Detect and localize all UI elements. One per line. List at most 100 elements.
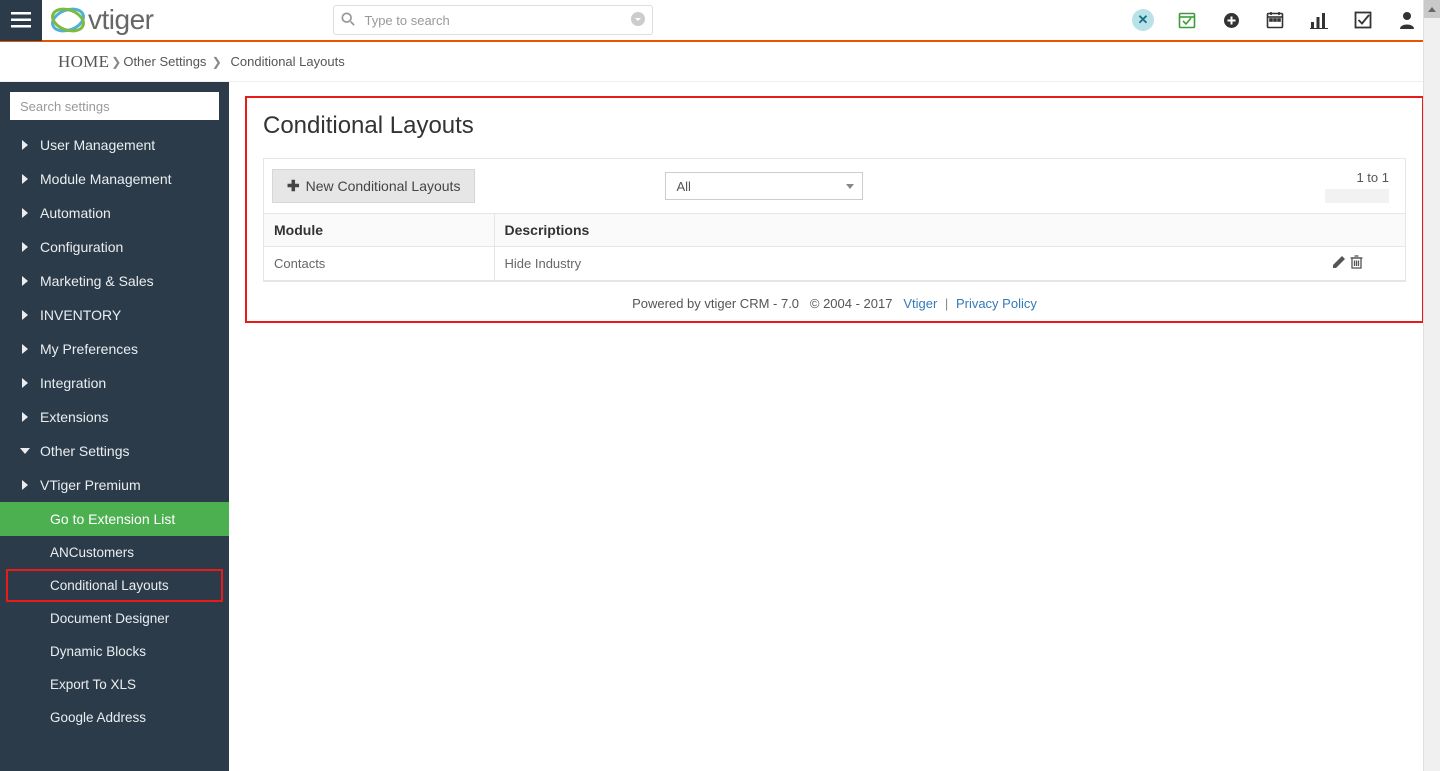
- sidebar-item-label: INVENTORY: [40, 307, 121, 323]
- col-actions-header: [1289, 214, 1405, 247]
- chevron-right-icon: [18, 174, 32, 184]
- col-descriptions-header: Descriptions: [494, 214, 1289, 247]
- checkbox-icon: [1354, 11, 1372, 29]
- tasks-button[interactable]: [1352, 9, 1374, 31]
- main-content: Conditional Layouts ✚ New Conditional La…: [229, 82, 1440, 771]
- cell-description: Hide Industry: [494, 247, 1289, 281]
- calendar-quick-button[interactable]: [1176, 9, 1198, 31]
- page-range: 1 to 1: [1356, 170, 1389, 185]
- breadcrumb-home[interactable]: HOME: [58, 52, 109, 72]
- trash-icon: [1350, 255, 1363, 269]
- chevron-right-icon: ❯: [208, 55, 228, 69]
- sidebar-item-label: Marketing & Sales: [40, 273, 154, 289]
- table-header-row: Module Descriptions: [264, 214, 1405, 247]
- footer-powered: Powered by vtiger CRM - 7.0: [632, 296, 799, 311]
- reports-button[interactable]: [1308, 9, 1330, 31]
- sub-item-export-to-xls[interactable]: Export To XLS: [0, 668, 229, 701]
- list-toolbar: ✚ New Conditional Layouts All 1 to 1: [264, 159, 1405, 214]
- sub-item-label: Conditional Layouts: [50, 578, 169, 593]
- scroll-up-icon[interactable]: [1424, 0, 1440, 18]
- edit-row-button[interactable]: [1332, 255, 1346, 272]
- sub-item-dynamic-blocks[interactable]: Dynamic Blocks: [0, 635, 229, 668]
- sidebar-item-label: Extensions: [40, 409, 108, 425]
- breadcrumb: HOME ❯ Other Settings ❯ Conditional Layo…: [0, 42, 1440, 82]
- col-module-header: Module: [264, 214, 494, 247]
- global-search-input[interactable]: [333, 5, 653, 35]
- footer-separator: |: [945, 296, 948, 311]
- footer-privacy-link[interactable]: Privacy Policy: [956, 296, 1037, 311]
- plus-circle-icon: [1223, 12, 1240, 29]
- menu-icon: [11, 12, 31, 28]
- sub-item-label: Export To XLS: [50, 677, 136, 692]
- breadcrumb-item[interactable]: Other Settings: [123, 54, 206, 69]
- chevron-right-icon: [18, 208, 32, 218]
- chevron-right-icon: [18, 310, 32, 320]
- sidebar-item-module-management[interactable]: Module Management: [0, 162, 229, 196]
- sidebar-item-label: Automation: [40, 205, 111, 221]
- bar-chart-icon: [1310, 12, 1328, 29]
- table-row[interactable]: Contacts Hide Industry: [264, 247, 1405, 281]
- sidebar-item-inventory[interactable]: INVENTORY: [0, 298, 229, 332]
- logo-text: vtiger: [88, 4, 153, 36]
- chevron-right-icon: [18, 140, 32, 150]
- new-button-label: New Conditional Layouts: [306, 178, 461, 194]
- footer-copyright: © 2004 - 2017: [810, 296, 893, 311]
- hamburger-menu-button[interactable]: [0, 0, 42, 41]
- sidebar-item-label: My Preferences: [40, 341, 138, 357]
- chevron-down-icon: [18, 447, 32, 455]
- user-menu-button[interactable]: [1396, 9, 1418, 31]
- top-icon-bar: ✕: [1132, 9, 1428, 31]
- extension-store-button[interactable]: ✕: [1132, 9, 1154, 31]
- sidebar-item-user-management[interactable]: User Management: [0, 128, 229, 162]
- chevron-right-icon: [18, 276, 32, 286]
- calendar-button[interactable]: [1264, 9, 1286, 31]
- sidebar-item-configuration[interactable]: Configuration: [0, 230, 229, 264]
- sub-item-document-designer[interactable]: Document Designer: [0, 602, 229, 635]
- sidebar-item-label: Configuration: [40, 239, 123, 255]
- calendar-icon: [1266, 11, 1284, 29]
- sub-item-label: Document Designer: [50, 611, 169, 626]
- breadcrumb-item: Conditional Layouts: [231, 54, 345, 69]
- logo[interactable]: vtiger: [50, 2, 153, 38]
- delete-row-button[interactable]: [1350, 255, 1363, 272]
- footer: Powered by vtiger CRM - 7.0 © 2004 - 201…: [263, 282, 1406, 321]
- sub-item-google-address[interactable]: Google Address: [0, 701, 229, 734]
- sidebar-item-marketing-sales[interactable]: Marketing & Sales: [0, 264, 229, 298]
- new-conditional-layouts-button[interactable]: ✚ New Conditional Layouts: [272, 169, 475, 203]
- sub-item-label: Google Address: [50, 710, 146, 725]
- sub-item-conditional-layouts[interactable]: Conditional Layouts: [6, 569, 223, 602]
- footer-vendor-link[interactable]: Vtiger: [903, 296, 937, 311]
- sidebar-item-my-preferences[interactable]: My Preferences: [0, 332, 229, 366]
- plus-icon: ✚: [287, 177, 300, 195]
- list-panel: ✚ New Conditional Layouts All 1 to 1: [263, 158, 1406, 282]
- page-title: Conditional Layouts: [263, 112, 1406, 140]
- sidebar-item-label: User Management: [40, 137, 155, 153]
- sidebar-item-label: Integration: [40, 375, 106, 391]
- go-to-extension-list-button[interactable]: Go to Extension List: [0, 502, 229, 536]
- settings-sidebar: User Management Module Management Automa…: [0, 82, 229, 771]
- user-icon: [1399, 11, 1415, 29]
- sidebar-item-label: VTiger Premium: [40, 477, 141, 493]
- settings-search-input[interactable]: [10, 92, 219, 120]
- sidebar-item-automation[interactable]: Automation: [0, 196, 229, 230]
- sub-item-label: Dynamic Blocks: [50, 644, 146, 659]
- chevron-right-icon: ❯: [111, 55, 121, 69]
- chevron-right-icon: [18, 242, 32, 252]
- sub-item-ancustomers[interactable]: ANCustomers: [0, 536, 229, 569]
- sidebar-item-integration[interactable]: Integration: [0, 366, 229, 400]
- vertical-scrollbar[interactable]: [1423, 0, 1440, 771]
- cta-label: Go to Extension List: [50, 511, 175, 527]
- sidebar-item-extensions[interactable]: Extensions: [0, 400, 229, 434]
- pagination-info: 1 to 1: [1325, 170, 1397, 203]
- cell-actions: [1289, 247, 1405, 281]
- page-total-box: [1325, 189, 1389, 203]
- search-icon: [341, 12, 355, 29]
- search-dropdown-icon[interactable]: [631, 12, 645, 29]
- sidebar-item-vtiger-premium[interactable]: VTiger Premium: [0, 468, 229, 502]
- cell-module: Contacts: [264, 247, 494, 281]
- sidebar-item-other-settings[interactable]: Other Settings: [0, 434, 229, 468]
- sidebar-item-label: Module Management: [40, 171, 172, 187]
- module-filter-wrap: All: [665, 172, 863, 200]
- module-filter-select[interactable]: All: [665, 172, 863, 200]
- add-button[interactable]: [1220, 9, 1242, 31]
